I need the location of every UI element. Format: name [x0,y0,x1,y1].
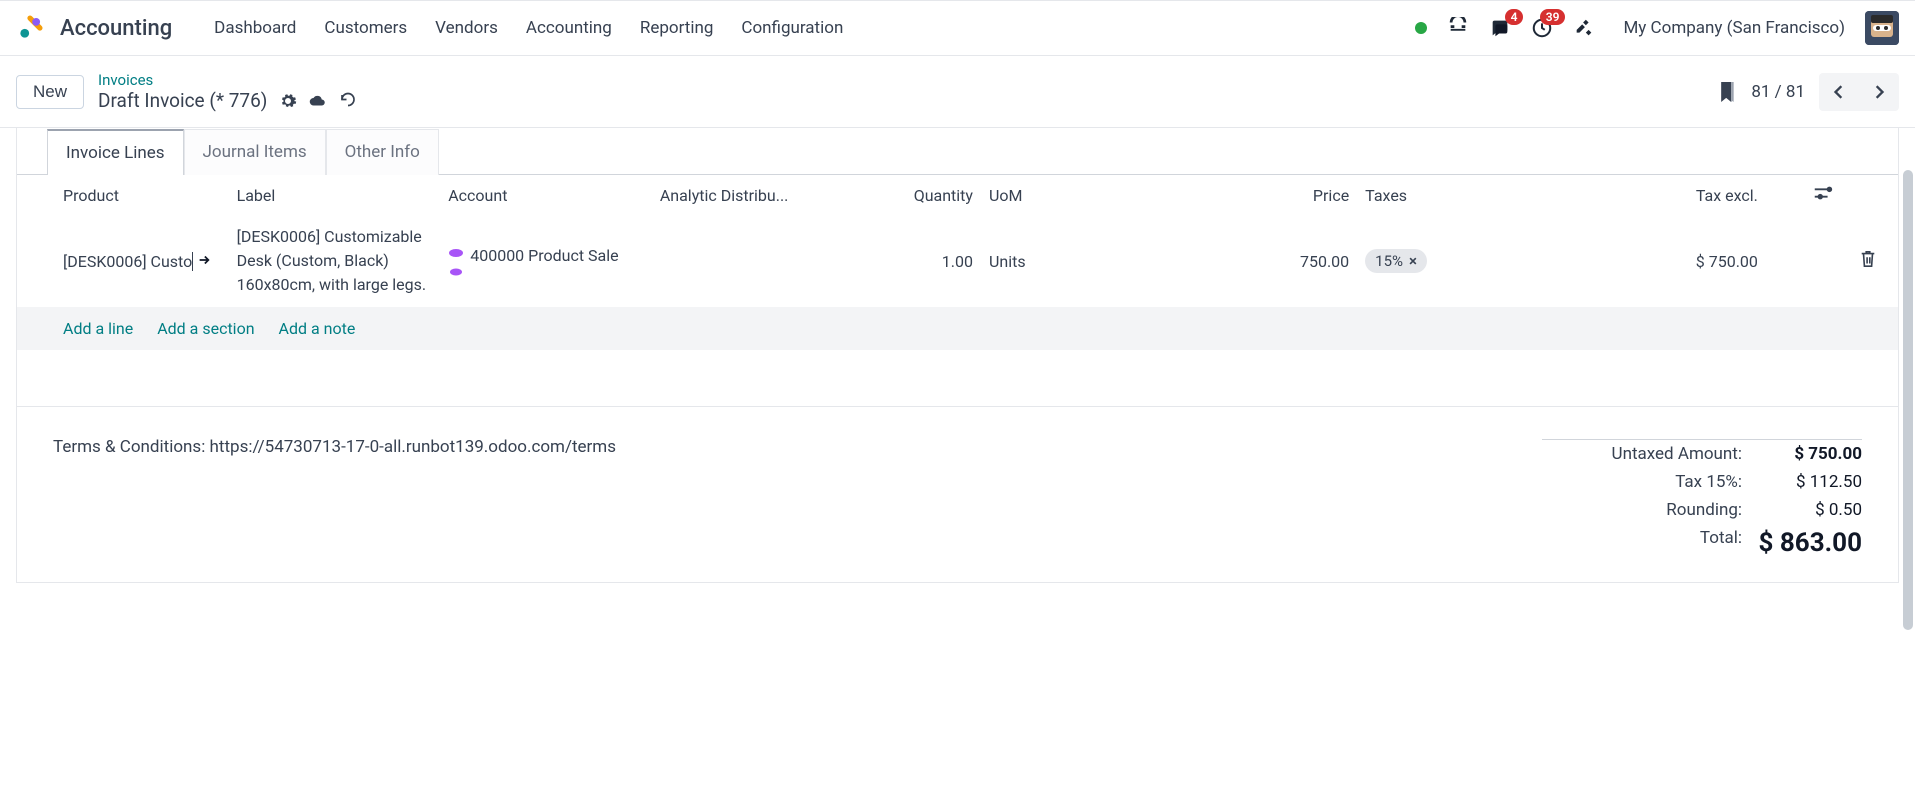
form-sheet: Invoice Lines Journal Items Other Info P… [16,128,1899,583]
activities-badge: 39 [1540,9,1566,25]
form-footer: Terms & Conditions: https://54730713-17-… [17,407,1898,582]
label-field[interactable]: [DESK0006] Customizable Desk (Custom, Bl… [237,225,433,297]
totals: Untaxed Amount: $ 750.00 Tax 15%: $ 112.… [1542,437,1862,562]
quantity-field[interactable]: 1.00 [840,215,981,307]
product-value: [DESK0006] Custom [63,252,193,271]
col-product[interactable]: Product [17,175,229,215]
bookmark-icon[interactable] [1717,80,1737,104]
app-logo-icon[interactable] [16,14,44,42]
col-price[interactable]: Price [1122,175,1357,215]
systray: 4 39 My Company (San Francisco) [1415,11,1899,45]
nav-vendors[interactable]: Vendors [435,18,498,38]
new-button[interactable]: New [16,75,84,109]
tax-label: Tax 15%: [1542,472,1742,492]
total-value: $ 863.00 [1742,528,1862,558]
avatar[interactable] [1865,11,1899,45]
col-analytic[interactable]: Analytic Distribu... [652,175,840,215]
gear-icon[interactable] [279,92,297,110]
company-selector[interactable]: My Company (San Francisco) [1623,18,1845,38]
col-quantity[interactable]: Quantity [840,175,981,215]
nav-reporting[interactable]: Reporting [640,18,714,38]
col-options[interactable] [1804,175,1851,215]
control-bar: New Invoices Draft Invoice (* 776) 81 / … [0,56,1915,128]
terms-text[interactable]: Terms & Conditions: https://54730713-17-… [53,437,1542,457]
arrow-right-icon[interactable] [197,252,211,271]
tax-chip-remove-icon[interactable]: × [1409,252,1417,270]
col-account[interactable]: Account [440,175,652,215]
tax-chip[interactable]: 15% × [1365,249,1427,273]
scrollbar-thumb[interactable] [1903,170,1913,630]
tools-icon[interactable] [1573,17,1595,39]
tab-journal-items[interactable]: Journal Items [184,129,326,175]
pager-counter[interactable]: 81 / 81 [1751,82,1805,102]
vertical-scrollbar[interactable] [1903,130,1913,807]
taxes-field[interactable]: 15% × [1357,215,1522,307]
pager: 81 / 81 [1717,73,1899,111]
app-title[interactable]: Accounting [60,16,172,41]
tax-excl-field: $ 750.00 [1522,215,1804,307]
analytic-field[interactable] [652,215,840,307]
pager-prev-button[interactable] [1819,73,1859,111]
presence-indicator-icon [1415,22,1427,34]
table-row[interactable]: [DESK0006] Custom [DESK0006] Customizabl… [17,215,1898,307]
add-note-link[interactable]: Add a note [279,319,356,338]
cloud-save-icon[interactable] [309,92,327,110]
col-label[interactable]: Label [229,175,441,215]
untaxed-value: $ 750.00 [1742,444,1862,464]
activities-icon[interactable]: 39 [1531,17,1553,39]
breadcrumb-title: Draft Invoice (* 776) [98,89,267,112]
add-section-link[interactable]: Add a section [157,319,254,338]
invoice-lines-table: Product Label Account Analytic Distribu.… [17,175,1898,407]
delete-line-icon[interactable] [1859,254,1877,273]
tab-invoice-lines[interactable]: Invoice Lines [47,129,184,175]
add-line-link[interactable]: Add a line [63,319,133,338]
tax-value: $ 112.50 [1742,472,1862,492]
tab-other-info[interactable]: Other Info [326,129,439,175]
nav-accounting[interactable]: Accounting [526,18,612,38]
rounding-value: $ 0.50 [1742,500,1862,520]
breadcrumb: Invoices Draft Invoice (* 776) [98,71,357,112]
content-area: Invoice Lines Journal Items Other Info P… [0,128,1915,623]
breadcrumb-parent[interactable]: Invoices [98,71,357,89]
product-field[interactable]: [DESK0006] Custom [63,252,221,271]
top-navbar: Accounting Dashboard Customers Vendors A… [0,0,1915,56]
col-tax-excl[interactable]: Tax excl. [1522,175,1804,215]
nav-configuration[interactable]: Configuration [741,18,843,38]
account-tag-icons [448,248,464,276]
columns-options-icon[interactable] [1812,186,1834,205]
account-value: 400000 Product Sale [470,246,618,265]
messages-badge: 4 [1505,9,1524,25]
tax-chip-label: 15% [1375,252,1403,270]
untaxed-label: Untaxed Amount: [1542,444,1742,464]
uom-field[interactable]: Units [981,215,1122,307]
add-row: Add a line Add a section Add a note [17,307,1898,350]
total-label: Total: [1542,528,1742,558]
price-field[interactable]: 750.00 [1122,215,1357,307]
nav-dashboard[interactable]: Dashboard [214,18,296,38]
nav-customers[interactable]: Customers [324,18,407,38]
phone-icon[interactable] [1447,17,1469,39]
rounding-label: Rounding: [1542,500,1742,520]
account-field[interactable]: 400000 Product Sale [448,246,644,276]
invoice-lines-panel: Product Label Account Analytic Distribu.… [17,174,1898,582]
messages-icon[interactable]: 4 [1489,17,1511,39]
col-uom[interactable]: UoM [981,175,1122,215]
pager-next-button[interactable] [1859,73,1899,111]
discard-icon[interactable] [339,92,357,110]
tabs: Invoice Lines Journal Items Other Info [17,128,1898,174]
col-taxes[interactable]: Taxes [1357,175,1522,215]
